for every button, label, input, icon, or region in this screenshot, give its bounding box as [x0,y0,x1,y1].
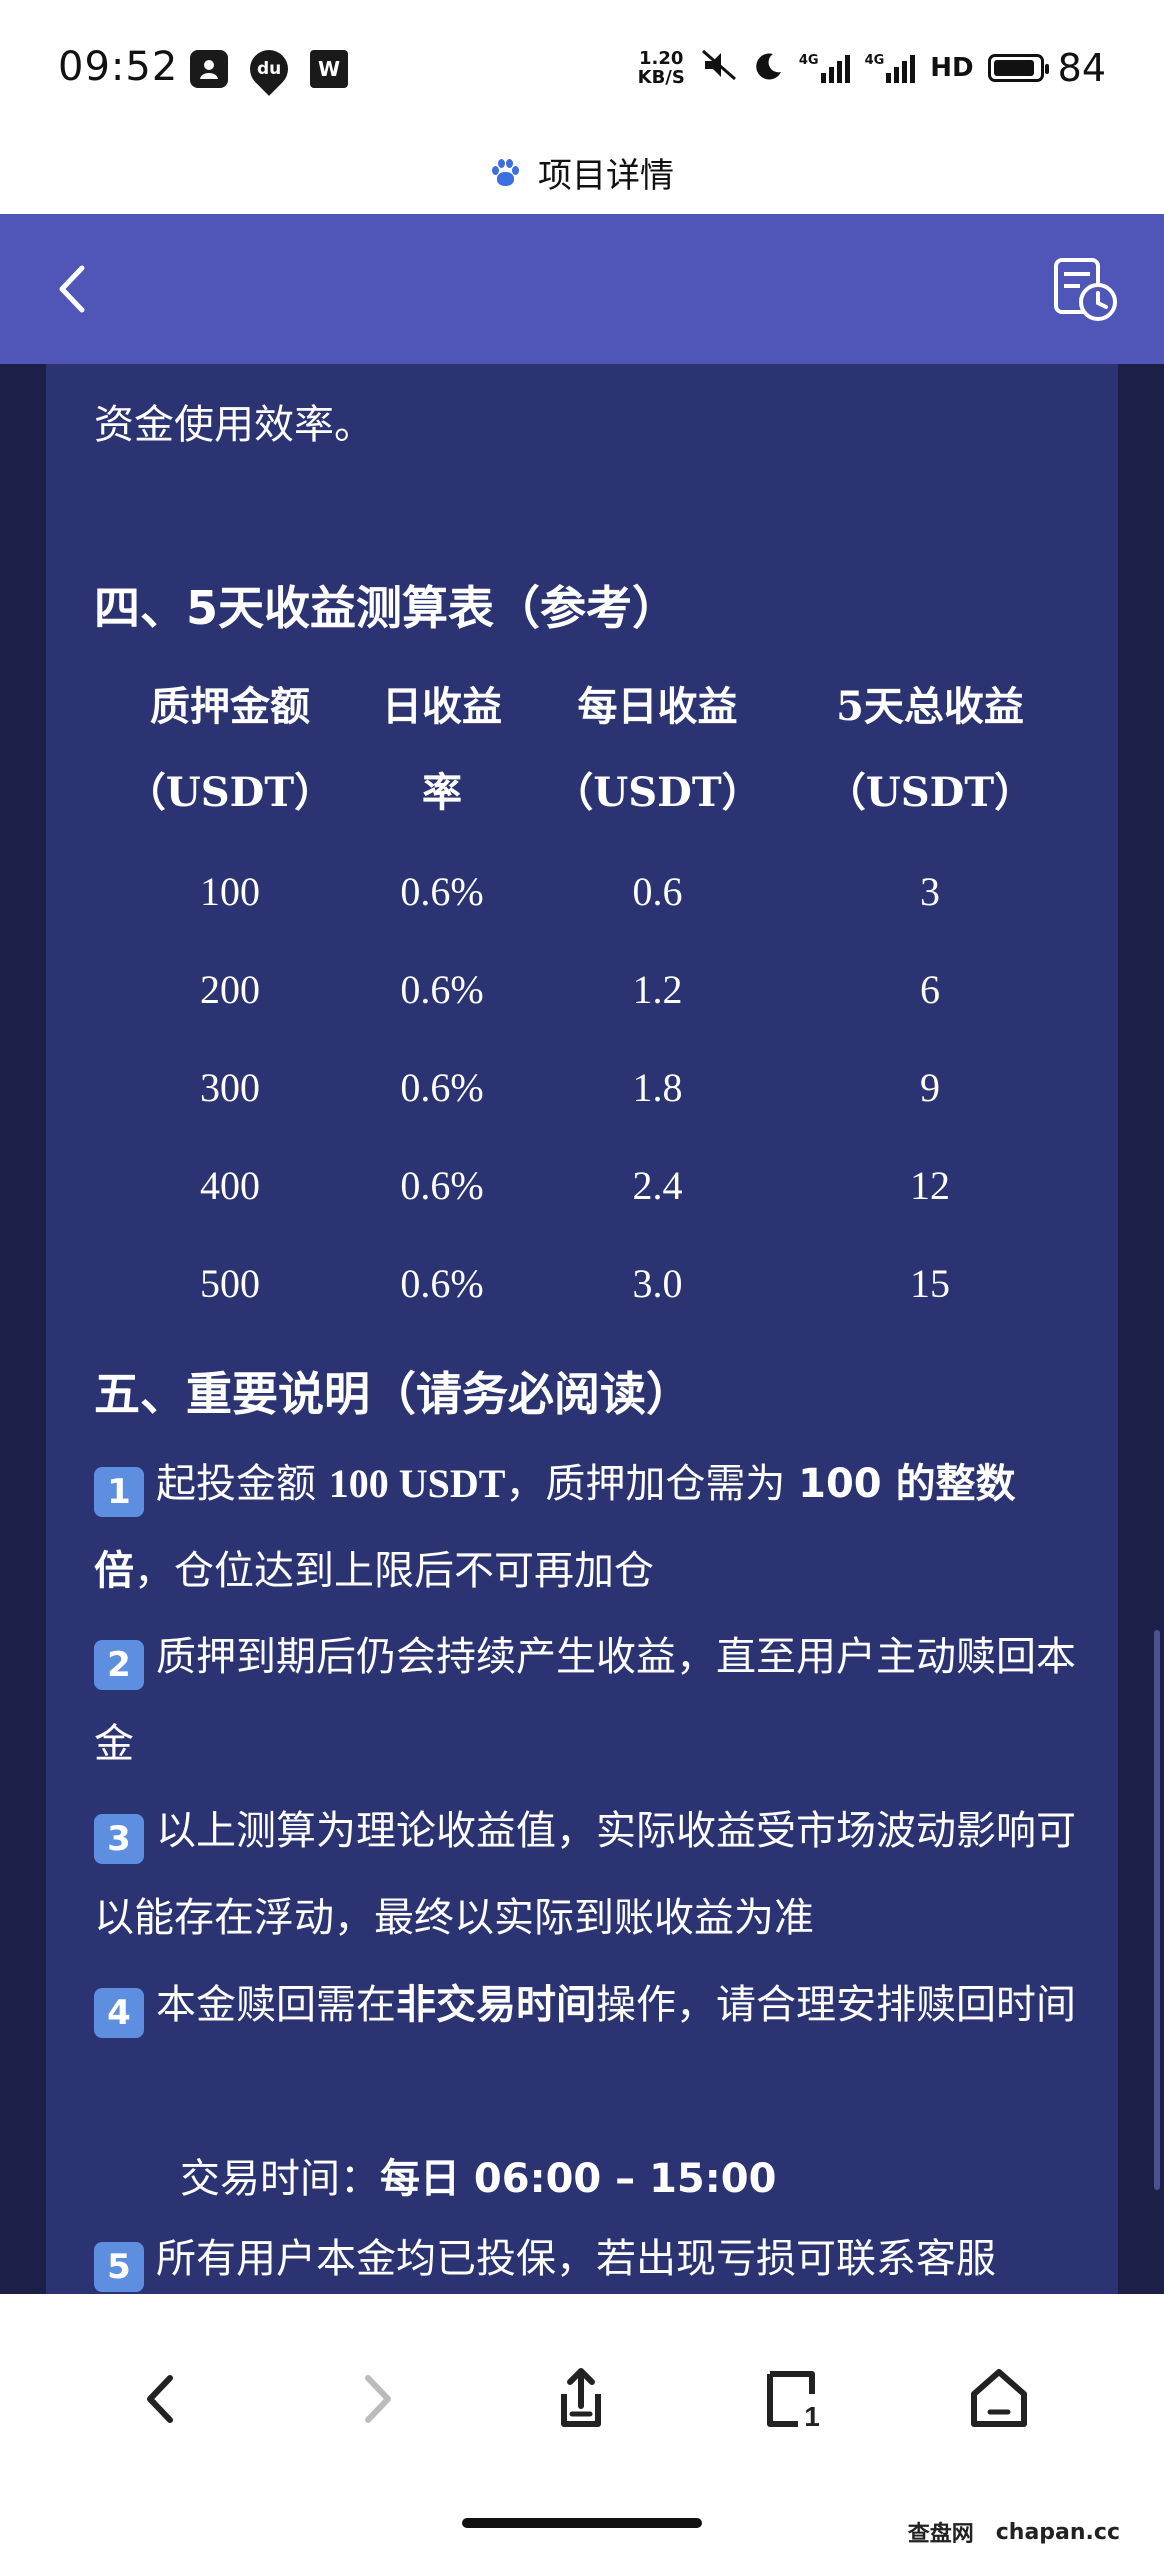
table-header-amount: 质押金额 （USDT） [125,683,335,816]
hd-icon: HD [930,53,974,83]
status-right: 1.20 KB/S 4G 4G HD 84 [638,46,1106,90]
table-cell: 0.6% [400,967,484,1012]
table-cell: 0.6% [400,1261,484,1306]
table-cell: 100 [200,869,260,914]
tabs-icon[interactable]: 1 [746,2354,836,2444]
back-icon[interactable] [118,2354,208,2444]
section-4-title: 四、5天收益测算表（参考） [94,581,679,635]
w-icon: W [310,50,348,88]
browser-title-bar: 项目详情 [0,130,1164,214]
table-cell: 3 [920,869,940,914]
moon-icon [753,50,785,86]
table-header-rate: 日收益率 [382,683,502,816]
paw-icon [490,157,520,187]
app-header [0,214,1164,364]
home-indicator[interactable] [462,2518,702,2528]
watermark-domain: chapan.cc [995,2519,1120,2545]
intro-text: 资金使用效率。 [94,402,374,448]
table-cell: 400 [200,1163,260,1208]
table-cell: 200 [200,967,260,1012]
back-arrow-icon[interactable] [40,254,110,324]
note-4: 4 本金赎回需在非交易时间操作，请合理安排赎回时间 [94,1962,1094,2049]
table-cell: 0.6 [632,869,683,914]
scrollbar[interactable] [1154,1630,1160,2190]
mute-vibrate-icon [699,47,739,90]
battery-icon [987,54,1049,82]
number-badge-2-icon: 2 [94,1640,144,1690]
table-cell: 0.6% [400,1163,484,1208]
du-icon: du [242,42,296,96]
history-record-icon[interactable] [1050,250,1122,326]
table-cell: 6 [920,967,940,1012]
table-cell: 3.0 [632,1261,683,1306]
table-cell: 1.2 [632,967,683,1012]
number-badge-1-icon: 1 [94,1467,144,1517]
section-5-title: 五、重要说明（请务必阅读） [94,1367,692,1421]
table-header-total: 5天总收益 （USDT） [825,683,1035,816]
table-cell: 1.8 [632,1065,683,1110]
number-badge-3-icon: 3 [94,1814,144,1864]
table-cell: 0.6% [400,1065,484,1110]
page-title: 项目详情 [538,155,674,196]
table-cell: 9 [920,1065,940,1110]
table-cell: 15 [910,1261,950,1306]
battery-level: 84 [1057,46,1106,90]
net-speed: 1.20 KB/S [637,48,685,88]
number-badge-4-icon: 4 [94,1988,144,2038]
status-time: 09:52 [58,44,179,90]
table-cell: 2.4 [632,1163,683,1208]
note-5: 5 所有用户本金均已投保，若出现亏损可联系客服 [94,2224,1094,2294]
note-3: 3 以上测算为理论收益值，实际收益受市场波动影响可以能存在浮动，最终以实际到账收益… [94,1808,1076,1941]
svg-text:1: 1 [804,2401,820,2432]
table-header-daily: 每日收益 （USDT） [553,683,762,816]
note-2: 2 质押到期后仍会持续产生收益，直至用户主动赎回本金 [94,1634,1076,1767]
share-icon[interactable] [536,2354,626,2444]
forward-icon[interactable] [330,2354,420,2444]
table-cell: 300 [200,1065,260,1110]
home-icon[interactable] [954,2354,1044,2444]
trading-hours: 交易时间：每日 06:00 – 15:00 [180,2156,777,2202]
portrait-icon [190,50,228,88]
signal-icon-2: 4G [865,53,917,83]
status-bar: 09:52 du W 1.20 KB/S 4G 4G HD 84 [0,0,1164,130]
table-cell: 500 [200,1261,260,1306]
watermark: 查盘网 chapan.cc [908,2516,1120,2548]
table-cell: 0.6% [400,869,484,914]
signal-icon-1: 4G [799,53,851,83]
table-cell: 12 [910,1163,950,1208]
watermark-brand: 查盘网 [907,2522,974,2547]
number-badge-5-icon: 5 [94,2242,144,2292]
note-1: 1 起投金额 100 USDT，质押加仓需为 100 的整数倍，仓位达到上限后不可… [94,1461,1016,1594]
